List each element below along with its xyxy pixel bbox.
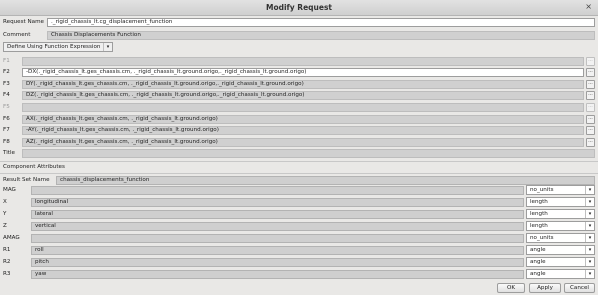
function-builder-button-f6[interactable]: ... xyxy=(586,115,595,124)
component-name-field-x[interactable]: longitudinal xyxy=(31,198,524,207)
request-name-label: Request Name xyxy=(3,19,45,25)
component-units-select-r3[interactable]: angle ▾ xyxy=(526,269,595,279)
chevron-down-icon: ▾ xyxy=(585,234,594,242)
request-name-field[interactable]: ._rigid_chassis_lt.cg_displacement_funct… xyxy=(47,18,595,27)
component-units-select-y[interactable]: length ▾ xyxy=(526,209,595,219)
title-bar: Modify Request × xyxy=(0,0,598,16)
result-set-name-label: Result Set Name xyxy=(3,177,50,183)
function-label-f5: F5 xyxy=(3,104,10,110)
function-field-f4[interactable]: DZ(._rigid_chassis_lt.ges_chassis.cm, ._… xyxy=(22,91,584,100)
component-name-field-z[interactable]: vertical xyxy=(31,222,524,231)
chevron-down-icon: ▾ xyxy=(585,270,594,278)
function-label-f1: F1 xyxy=(3,58,10,64)
component-label-r1: R1 xyxy=(3,247,11,253)
component-label-r2: R2 xyxy=(3,259,11,265)
component-units-select-r1[interactable]: angle ▾ xyxy=(526,245,595,255)
component-label-r3: R3 xyxy=(3,271,11,277)
function-builder-button-f1[interactable]: ... xyxy=(586,57,595,66)
component-attributes-heading: Component Attributes xyxy=(3,164,65,170)
cancel-button[interactable]: Cancel xyxy=(564,283,595,293)
chevron-down-icon: ▾ xyxy=(103,43,112,51)
function-builder-button-f2[interactable]: ... xyxy=(586,68,595,77)
units-value: angle xyxy=(530,259,546,265)
section-divider xyxy=(0,173,598,174)
result-set-name-field[interactable]: chassis_displacements_function xyxy=(56,176,595,185)
component-name-field-y[interactable]: lateral xyxy=(31,210,524,219)
component-units-select-z[interactable]: length ▾ xyxy=(526,221,595,231)
component-label-amag: AMAG xyxy=(3,235,20,241)
function-field-f2[interactable]: -DX(._rigid_chassis_lt.ges_chassis.cm, .… xyxy=(22,68,584,77)
function-label-f8: F8 xyxy=(3,139,10,145)
component-label-x: X xyxy=(3,199,7,205)
units-value: no_units xyxy=(530,235,554,241)
apply-button[interactable]: Apply xyxy=(529,283,561,293)
units-value: angle xyxy=(530,247,546,253)
units-value: no_units xyxy=(530,187,554,193)
function-builder-button-f3[interactable]: ... xyxy=(586,80,595,89)
function-label-f2: F2 xyxy=(3,69,10,75)
definition-mode-dropdown[interactable]: Define Using Function Expression ▾ xyxy=(3,42,113,52)
units-value: angle xyxy=(530,271,546,277)
component-name-field-mag[interactable] xyxy=(31,186,524,195)
chevron-down-icon: ▾ xyxy=(585,246,594,254)
function-label-f4: F4 xyxy=(3,92,10,98)
function-field-f1[interactable] xyxy=(22,57,584,66)
units-value: length xyxy=(530,199,548,205)
function-field-f8[interactable]: AZ(._rigid_chassis_lt.ges_chassis.cm, ._… xyxy=(22,138,584,147)
component-name-field-amag[interactable] xyxy=(31,234,524,243)
component-units-select-r2[interactable]: angle ▾ xyxy=(526,257,595,267)
chevron-down-icon: ▾ xyxy=(585,198,594,206)
function-label-f7: F7 xyxy=(3,127,10,133)
component-units-select-mag[interactable]: no_units ▾ xyxy=(526,185,595,195)
title-label: Title xyxy=(3,150,15,156)
function-field-f6[interactable]: AX(._rigid_chassis_lt.ges_chassis.cm, ._… xyxy=(22,115,584,124)
chevron-down-icon: ▾ xyxy=(585,258,594,266)
units-value: length xyxy=(530,211,548,217)
component-label-y: Y xyxy=(3,211,7,217)
function-builder-button-f4[interactable]: ... xyxy=(586,91,595,100)
component-name-field-r2[interactable]: pitch xyxy=(31,258,524,267)
function-label-f3: F3 xyxy=(3,81,10,87)
function-builder-button-f8[interactable]: ... xyxy=(586,138,595,147)
component-name-field-r3[interactable]: yaw xyxy=(31,270,524,279)
definition-mode-value: Define Using Function Expression xyxy=(7,44,101,50)
close-icon[interactable]: × xyxy=(585,2,592,11)
function-builder-button-f7[interactable]: ... xyxy=(586,126,595,135)
chevron-down-icon: ▾ xyxy=(585,210,594,218)
function-field-f3[interactable]: DY(._rigid_chassis_lt.ges_chassis.cm, ._… xyxy=(22,80,584,89)
comment-label: Comment xyxy=(3,32,31,38)
component-name-field-r1[interactable]: roll xyxy=(31,246,524,255)
chevron-down-icon: ▾ xyxy=(585,222,594,230)
units-value: length xyxy=(530,223,548,229)
ok-button[interactable]: OK xyxy=(497,283,525,293)
component-units-select-x[interactable]: length ▾ xyxy=(526,197,595,207)
section-divider xyxy=(0,161,598,162)
function-builder-button-f5[interactable]: ... xyxy=(586,103,595,112)
function-field-f7[interactable]: -AY(._rigid_chassis_lt.ges_chassis.cm, .… xyxy=(22,126,584,135)
component-label-mag: MAG xyxy=(3,187,16,193)
component-units-select-amag[interactable]: no_units ▾ xyxy=(526,233,595,243)
component-label-z: Z xyxy=(3,223,7,229)
chevron-down-icon: ▾ xyxy=(585,186,594,194)
window-title: Modify Request xyxy=(265,3,333,12)
function-field-f5[interactable] xyxy=(22,103,584,112)
title-field[interactable] xyxy=(22,149,595,158)
comment-field[interactable]: Chassis Displacements Function xyxy=(47,31,595,40)
function-label-f6: F6 xyxy=(3,116,10,122)
